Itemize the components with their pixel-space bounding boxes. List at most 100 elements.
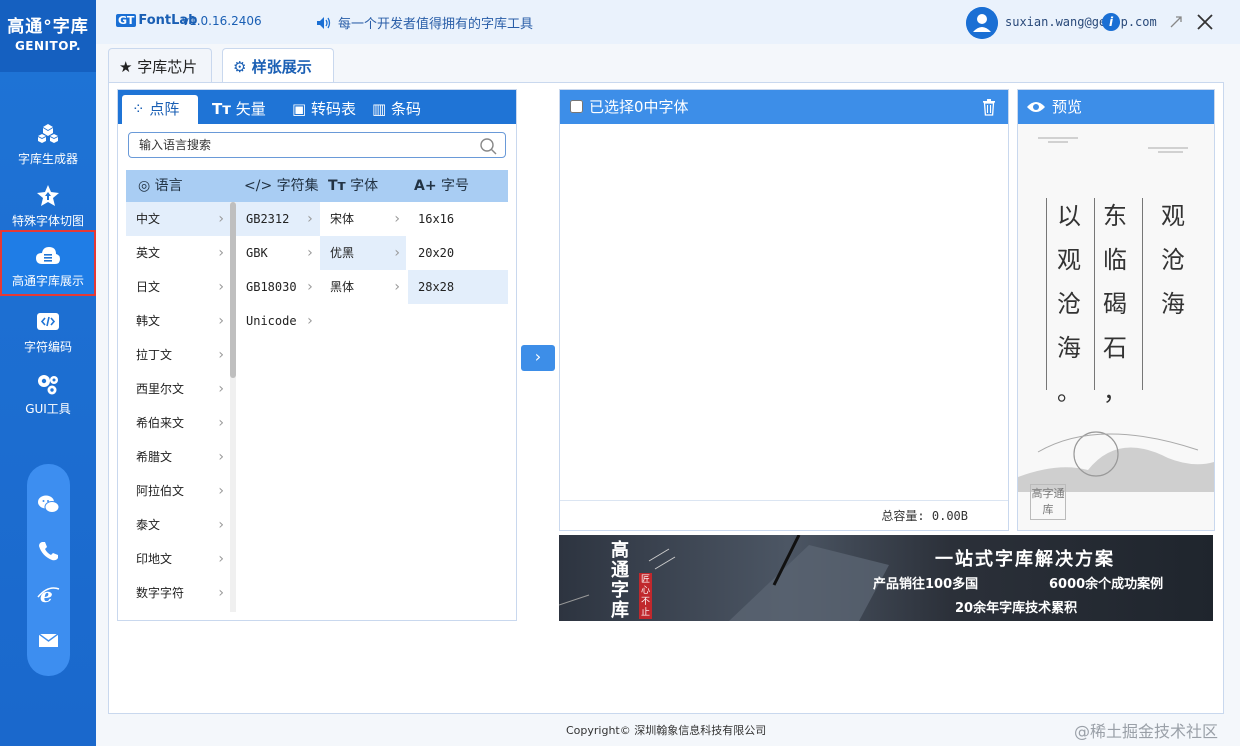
item-label: 黑体 [330,280,355,294]
list-item[interactable]: 数字字符 › [126,576,230,610]
list-item[interactable]: 阿拉伯文 › [126,474,230,508]
search-input[interactable] [129,133,469,157]
list-item[interactable]: 日文 › [126,270,230,304]
subtab-bitmap[interactable]: ⁘ 点阵 [122,95,198,124]
subtab-label: 条码 [390,100,421,118]
poem-char: 海 [1161,290,1185,318]
mail-icon[interactable] [36,628,61,652]
poem-column-3: 以 观 沧 海 。 [1054,194,1084,414]
expand-icon[interactable] [1168,14,1184,30]
header-size: A+ 字号 [414,170,469,202]
item-label: 印地文 [136,552,173,566]
chevron-right-icon: › [218,211,224,227]
sidebar-item-font-generator[interactable]: 字库生成器 [0,112,96,174]
add-arrow-button[interactable]: › [521,345,555,371]
chevron-right-icon: › [218,517,224,533]
banner-text: 20余年字库技术累积 [955,601,1078,616]
item-label: 西里尔文 [136,382,185,396]
globe-icon: ◎ [138,178,151,194]
code-icon [37,313,59,330]
logo-line2: GENITOP. [14,39,82,53]
speaker-icon [317,17,331,29]
banner-seal: 匠心不止 [639,573,652,619]
list-item[interactable]: 拉丁文 › [126,338,230,372]
selected-header: 已选择0中字体 [560,90,1008,124]
item-label: GB2312 [246,212,290,226]
list-item[interactable]: 泰文 › [126,508,230,542]
select-all-checkbox[interactable] [570,100,583,113]
tab-label: 字库芯片 [137,58,198,76]
sidebar-item-gui-tools[interactable]: GUI工具 [0,362,96,424]
close-icon[interactable] [1194,11,1216,33]
title-bar: GT FontLab v1.0.16.2406 每一个开发者值得拥有的字库工具 s… [96,0,1240,44]
list-item[interactable]: 希伯来文 › [126,406,230,440]
chevron-right-icon: › [394,279,400,295]
wechat-icon[interactable] [36,492,61,516]
tab-font-chip[interactable]: ★ 字库芯片 [108,48,212,84]
subtab-barcode[interactable]: ▥ 条码 [362,95,431,124]
search-box [128,132,506,158]
banner-text: 6000余个成功案例 [1049,577,1164,592]
preview-title: 预览 [1052,98,1083,116]
copyright: Copyright© 深圳翰象信息科技有限公司 [566,724,767,737]
sidebar-item-font-showcase[interactable]: 高通字库展示 [0,230,96,296]
cloud-menu-icon [36,247,60,264]
banner-title: 一站式字库解决方案 [935,549,1115,570]
poem-char: 观 [1057,246,1081,274]
poem-char: 观 [1161,202,1185,230]
item-label: 28x28 [418,280,455,294]
chevron-right-icon: › [534,347,542,366]
poem-column-1: 观 沧 海 [1158,194,1188,326]
list-item[interactable]: GB18030 › [236,270,320,304]
list-item[interactable]: 西里尔文 › [126,372,230,406]
trash-icon[interactable] [980,98,998,116]
item-label: 英文 [136,246,161,260]
list-item[interactable]: Unicode › [236,304,320,338]
cubes-icon [38,124,58,143]
list-item[interactable]: 印地文 › [126,542,230,576]
dots-icon: ⁘ [132,100,145,118]
content-panel: ⁘ 点阵 Tт 矢量 ▣ 转码表 ▥ 条码 输入语言搜索 ◎ 语言 </> 字符… [108,82,1224,714]
item-label: 希伯来文 [136,416,185,430]
list-item[interactable]: 英文 › [126,236,230,270]
list-item[interactable]: 优黑 › [320,236,406,270]
sidebar-item-label: 字库生成器 [17,152,78,166]
banner-brand: 高通字库 [611,540,629,621]
contact-group: e [27,464,70,676]
header-label: 字符集 [276,178,319,194]
item-label: 16x16 [418,212,455,226]
sidebar-item-char-encoding[interactable]: 字符编码 [0,300,96,362]
list-item[interactable]: 中文 › [126,202,230,236]
sidebar: 高通°字库 GENITOP. 字库生成器 特殊字体切图 高通字库展示 字符编码 … [0,0,96,746]
phone-icon[interactable] [36,539,61,563]
slogan: 每一个开发者值得拥有的字库工具 [316,13,533,32]
user-email[interactable]: suxian.wang@ge op.com [1005,15,1157,29]
item-label: GB18030 [246,280,297,294]
list-item[interactable]: GBK › [236,236,320,270]
version-label: v1.0.16.2406 [182,14,262,28]
font-filter-panel: ⁘ 点阵 Tт 矢量 ▣ 转码表 ▥ 条码 输入语言搜索 ◎ 语言 </> 字符… [117,89,517,621]
ie-icon[interactable]: e [36,583,61,607]
item-label: 宋体 [330,212,355,226]
avatar[interactable] [966,7,998,39]
tab-label: 样张展示 [251,58,312,76]
subtab-code-table[interactable]: ▣ 转码表 [282,95,366,124]
subtab-label: 点阵 [149,100,180,118]
sidebar-item-special-font[interactable]: 特殊字体切图 [0,174,96,236]
list-item[interactable]: 宋体 › [320,202,406,236]
search-icon[interactable] [479,137,497,155]
list-item[interactable]: 希腊文 › [126,440,230,474]
poem-char: 沧 [1161,246,1185,274]
info-icon[interactable]: i [1102,13,1120,31]
promo-banner[interactable]: 高通字库 匠心不止 一站式字库解决方案 产品销往100多国 6000余个成功案例… [559,535,1213,621]
list-item[interactable]: 黑体 › [320,270,406,304]
list-item[interactable]: 20x20 [408,236,508,270]
tab-sample-display[interactable]: ⚙ 样张展示 [222,48,334,84]
list-item[interactable]: 韩文 › [126,304,230,338]
header-label: 语言 [154,178,183,194]
list-item[interactable]: 28x28 [408,270,508,304]
list-item[interactable]: 16x16 [408,202,508,236]
divider [1046,198,1047,390]
list-item[interactable]: GB2312 › [236,202,320,236]
subtab-vector[interactable]: Tт 矢量 [202,95,276,124]
